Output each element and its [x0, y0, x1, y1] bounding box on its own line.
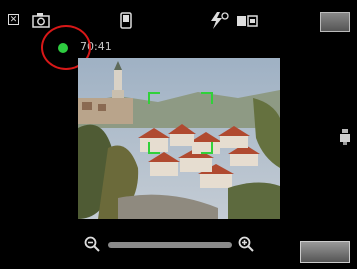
options-button-icon[interactable] — [300, 241, 350, 263]
camera-icon[interactable] — [32, 12, 52, 28]
zoom-out-icon[interactable] — [84, 236, 100, 252]
flash-icon[interactable] — [207, 11, 231, 30]
menu-button-icon[interactable] — [320, 12, 350, 32]
focus-corner-bottom-right — [201, 142, 213, 154]
side-handle-icon[interactable] — [338, 128, 352, 146]
phone-icon[interactable] — [120, 12, 132, 29]
focus-corner-bottom-left — [148, 142, 160, 154]
zoom-slider[interactable] — [108, 242, 232, 248]
video-icon[interactable] — [236, 14, 258, 28]
focus-corner-top-right — [201, 92, 213, 104]
focus-frame — [148, 92, 213, 154]
camera-screen: 70:41 — [0, 0, 357, 269]
zoom-in-icon[interactable] — [238, 236, 254, 252]
focus-corner-top-left — [148, 92, 160, 104]
close-icon[interactable] — [8, 14, 19, 25]
